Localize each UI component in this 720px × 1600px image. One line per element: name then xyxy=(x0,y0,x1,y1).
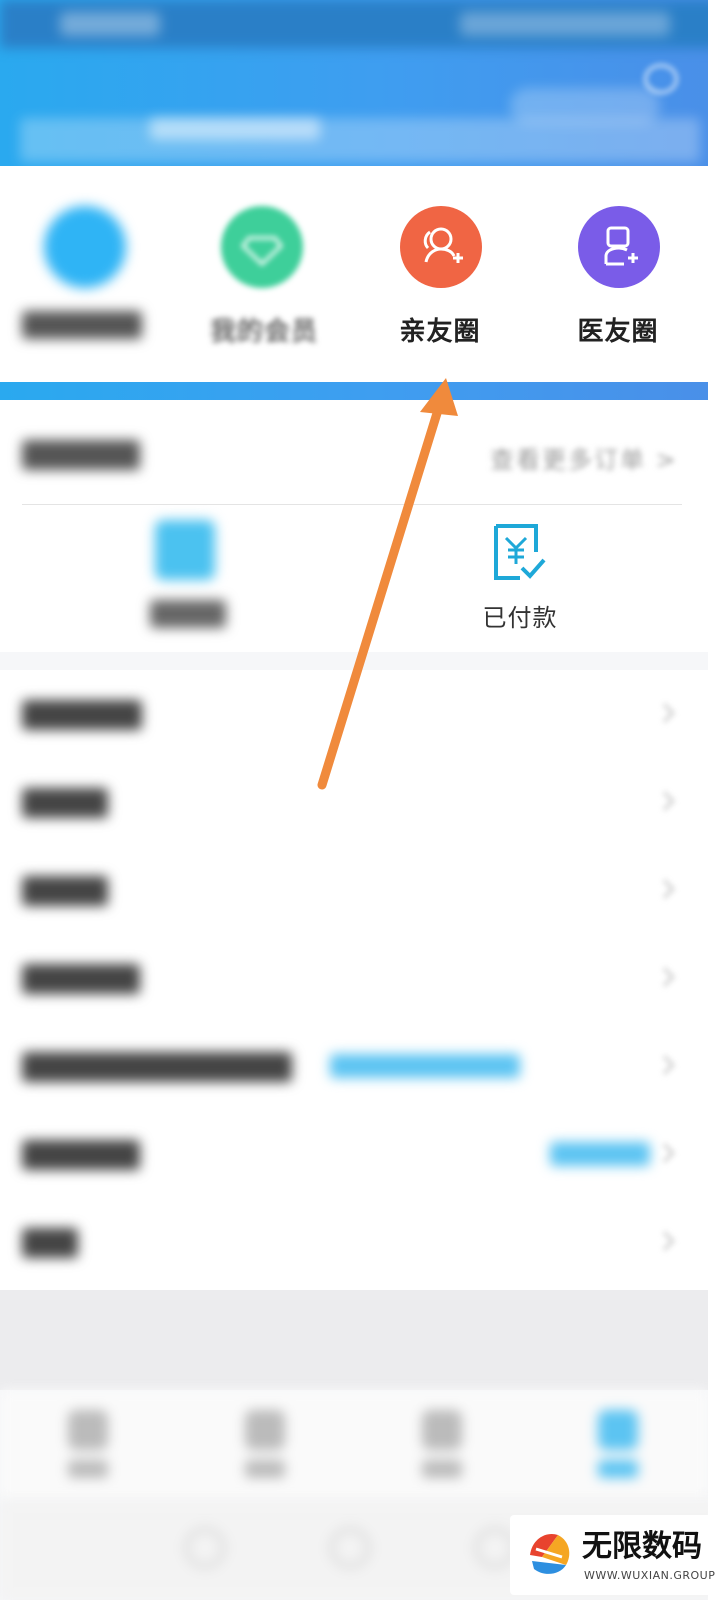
right-edge xyxy=(708,0,720,1600)
header-info-text xyxy=(150,118,320,140)
menu-row-label xyxy=(22,788,108,818)
chevron-right-icon xyxy=(655,703,675,723)
quick-action-1-icon xyxy=(44,206,126,288)
menu-row[interactable] xyxy=(0,1110,708,1198)
quick-action-1[interactable] xyxy=(0,166,176,382)
quick-action-family-circle-label: 亲友圈 xyxy=(399,317,481,347)
menu-row[interactable] xyxy=(0,1198,708,1286)
watermark-url: WWW.WUXIAN.GROUP xyxy=(584,1569,716,1582)
chevron-right-icon xyxy=(655,879,675,899)
chevron-right-icon xyxy=(655,1231,675,1251)
menu-row[interactable] xyxy=(0,934,708,1022)
watermark-title: 无限数码 xyxy=(582,1529,702,1564)
menu-row-label xyxy=(22,876,108,906)
chevron-right-icon xyxy=(655,967,675,987)
bottom-tab-bar xyxy=(0,1390,708,1500)
menu-list xyxy=(0,670,708,1290)
pending-payment-icon[interactable] xyxy=(155,520,215,580)
status-right xyxy=(460,12,670,36)
tab-1-icon xyxy=(68,1410,108,1450)
status-bar xyxy=(0,0,720,48)
orders-card: 查看更多订单 > 已付款 xyxy=(0,400,708,652)
orders-divider xyxy=(22,504,682,505)
tab-profile-icon xyxy=(598,1410,638,1450)
header-info-strip xyxy=(20,118,700,162)
quick-action-membership-label: 我的会员 xyxy=(209,317,318,347)
chevron-right-icon xyxy=(655,1055,675,1075)
paid-label: 已付款 xyxy=(482,604,558,632)
watermark-logo-icon xyxy=(525,1528,573,1576)
tab-3-icon xyxy=(422,1410,462,1450)
quick-action-family-circle[interactable]: 亲友圈 xyxy=(352,166,528,382)
menu-row-extra xyxy=(550,1142,650,1166)
quick-action-membership[interactable]: 我的会员 xyxy=(176,166,352,382)
tab-1-label xyxy=(68,1460,108,1478)
chevron-right-icon xyxy=(655,1143,675,1163)
menu-row-label xyxy=(22,700,142,730)
tab-2[interactable] xyxy=(225,1400,305,1490)
watermark: 无限数码 WWW.WUXIAN.GROUP xyxy=(510,1515,715,1595)
menu-row-label xyxy=(22,1140,140,1170)
nav-back-button[interactable] xyxy=(185,1528,225,1568)
tab-3-label xyxy=(422,1460,462,1478)
diamond-icon xyxy=(221,206,303,288)
tab-3[interactable] xyxy=(402,1400,482,1490)
chevron-right-icon xyxy=(655,791,675,811)
tab-profile-label xyxy=(598,1460,638,1478)
quick-action-doctor-circle[interactable]: 医友圈 xyxy=(530,166,706,382)
quick-action-1-label xyxy=(0,311,170,346)
menu-row[interactable] xyxy=(0,758,708,846)
menu-row-label xyxy=(22,1052,292,1082)
nav-recents-button[interactable] xyxy=(475,1528,515,1568)
pending-payment-label xyxy=(150,600,226,628)
tab-profile[interactable] xyxy=(578,1400,658,1490)
paid-receipt-icon[interactable] xyxy=(490,522,546,582)
orders-title xyxy=(22,440,140,470)
view-more-orders-link[interactable]: 查看更多订单 > xyxy=(490,440,678,475)
bottom-spacer xyxy=(0,1290,708,1390)
quick-actions-card: 我的会员 亲友圈 医友圈 xyxy=(0,166,708,382)
tab-1[interactable] xyxy=(48,1400,128,1490)
menu-row[interactable] xyxy=(0,670,708,758)
nav-home-button[interactable] xyxy=(330,1528,370,1568)
menu-row-label xyxy=(22,964,140,994)
menu-row-label xyxy=(22,1228,78,1258)
menu-row[interactable] xyxy=(0,1022,708,1110)
status-left xyxy=(60,12,160,36)
family-circle-icon xyxy=(400,206,482,288)
doctor-circle-icon xyxy=(578,206,660,288)
tab-2-label xyxy=(245,1460,285,1478)
menu-row-extra xyxy=(330,1054,520,1078)
quick-action-doctor-circle-label: 医友圈 xyxy=(577,317,659,347)
tab-2-icon xyxy=(245,1410,285,1450)
menu-row[interactable] xyxy=(0,846,708,934)
